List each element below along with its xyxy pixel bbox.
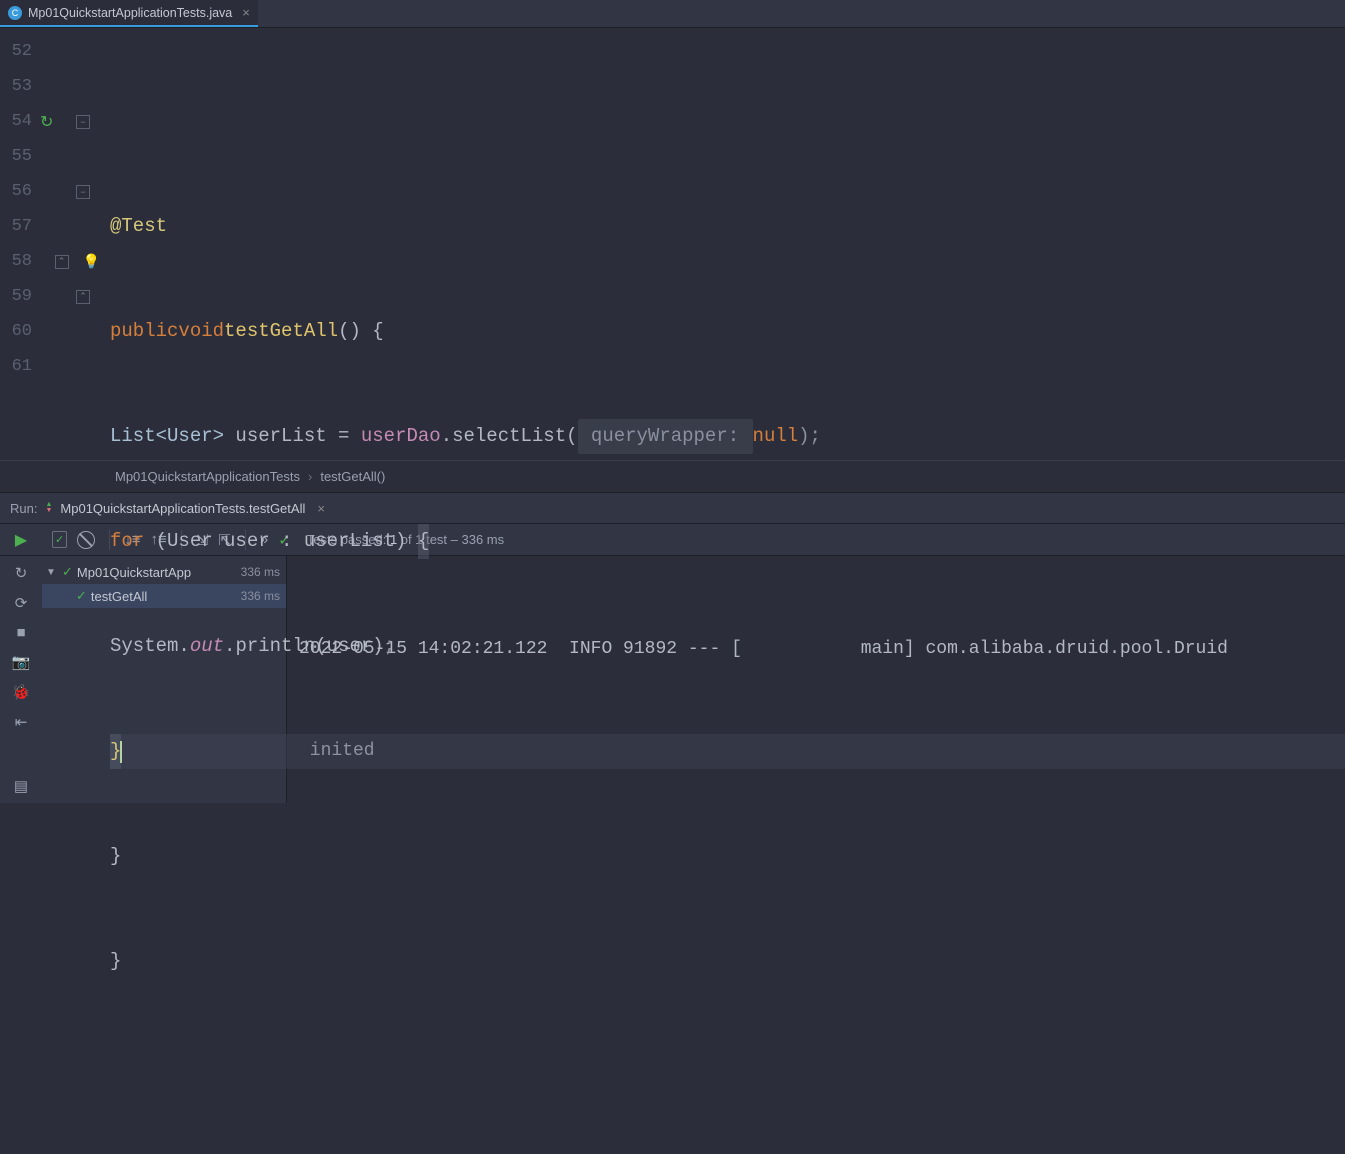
tab-bar: C Mp01QuickstartApplicationTests.java × [0,0,1345,28]
keyword: void [178,314,224,349]
field: userDao [361,419,441,454]
code-text: ; [384,629,395,664]
static-field: out [190,629,224,664]
code-text: (User user : userList) [144,524,418,559]
rerun-button[interactable]: ▶ [15,530,27,550]
brace: { [418,524,429,559]
line-number: 57 [0,217,40,236]
java-class-icon: C [8,6,22,20]
brace: } [110,839,121,874]
dump-button[interactable]: 📷 [12,653,31,671]
show-ignored-button[interactable] [77,531,95,549]
annotation: @Test [110,209,167,244]
run-label: Run: [10,501,37,516]
code-text: System. [110,629,190,664]
run-gutter-icon[interactable]: ↻ [40,112,53,132]
line-number: 59 [0,287,40,306]
rerun-failed-button[interactable]: ↻ [15,564,28,582]
method-name: testGetAll [224,314,338,349]
test-status-icon: ▲▼ [45,502,52,514]
code-text: .selectList( [441,419,578,454]
fold-icon[interactable]: − [76,115,90,129]
keyword: for [110,524,144,559]
line-number: 56 [0,182,40,201]
editor-tab[interactable]: C Mp01QuickstartApplicationTests.java × [0,0,258,27]
intention-bulb-icon[interactable]: 💡 [83,253,100,270]
line-number: 54 [0,112,40,131]
check-icon: ✓ [62,564,73,580]
show-passed-button[interactable]: ✓ [52,531,67,548]
brace: } [110,944,121,979]
inlay-hint: queryWrapper: [578,419,753,454]
keyword: null [753,419,799,454]
line-number: 55 [0,147,40,166]
export-button[interactable]: ⇤ [15,713,28,731]
code-text: () { [338,314,384,349]
check-icon: ✓ [76,588,87,604]
import-tests-button[interactable]: 🐞 [12,683,31,701]
close-icon[interactable]: × [242,5,250,20]
line-number: 58 [0,252,40,271]
code-text: .println(user) [224,629,384,664]
line-number: 53 [0,77,40,96]
line-number: 52 [0,42,40,61]
keyword: public [110,314,178,349]
fold-close-icon[interactable]: ⌃ [55,255,69,269]
code-text: ); [798,419,821,454]
fold-icon[interactable]: − [76,185,90,199]
code-content[interactable]: @Test public void testGetAll() { List<Us… [110,28,1345,460]
toggle-autotest-button[interactable]: ⟳ [15,594,28,612]
tree-arrow-icon[interactable]: ▼ [46,567,58,578]
fold-close-icon[interactable]: ⌃ [76,290,90,304]
type: List [110,419,156,454]
editor-gutter: 52 53 54↻ − 55 56 − 57 58 ⌃ 💡 59 ⌃ 60 61 [0,28,110,460]
caret [120,741,122,763]
line-number: 60 [0,322,40,341]
line-number: 61 [0,357,40,376]
layout-button[interactable]: ▤ [14,777,28,795]
tab-filename: Mp01QuickstartApplicationTests.java [28,6,232,20]
generic-type: <User> [156,419,224,454]
stop-button[interactable]: ■ [16,624,25,641]
code-text: userList = [224,419,361,454]
code-editor[interactable]: 52 53 54↻ − 55 56 − 57 58 ⌃ 💡 59 ⌃ 60 61 @Tes… [0,28,1345,460]
run-side-toolbar: ↻ ⟳ ■ 📷 🐞 ⇤ ▤ [0,556,42,803]
